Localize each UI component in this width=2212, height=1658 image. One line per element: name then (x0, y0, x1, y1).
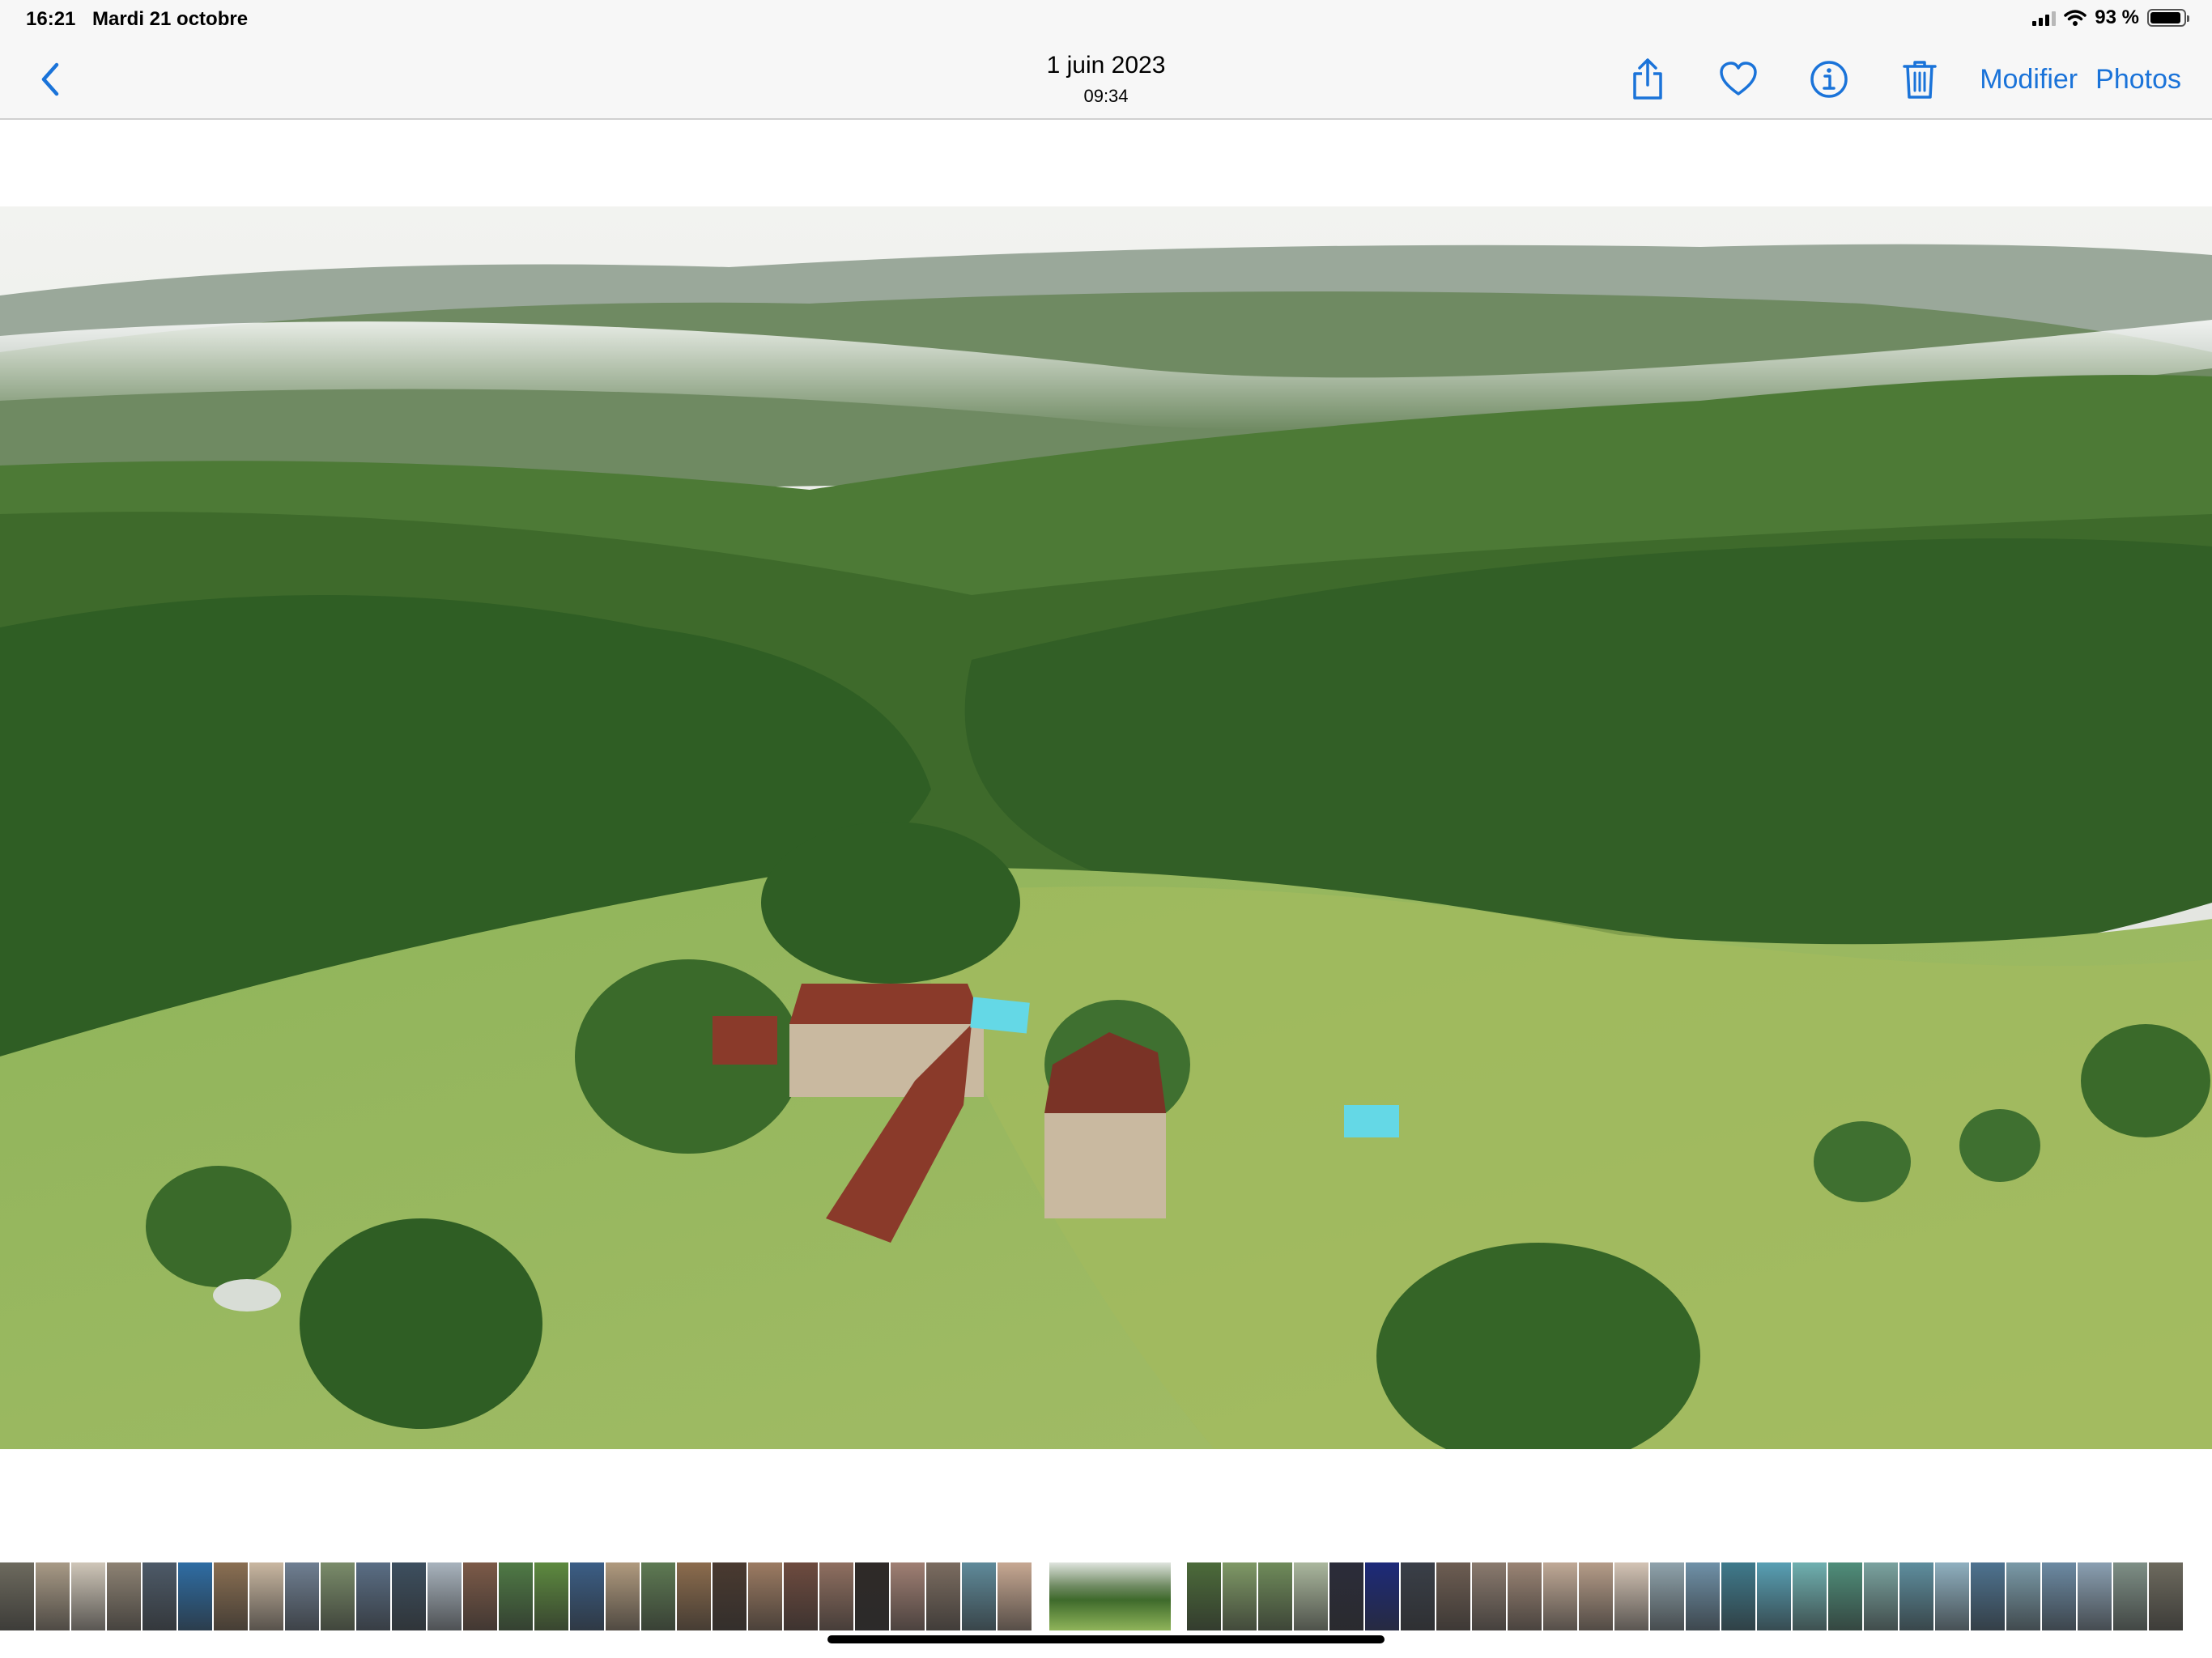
thumbnail[interactable] (1650, 1562, 1684, 1630)
thumbnail[interactable] (1258, 1562, 1292, 1630)
toolbar-actions: Modifier Photos (1623, 55, 2181, 104)
thumbnail[interactable] (321, 1562, 355, 1630)
battery-percentage: 93 % (2095, 6, 2139, 28)
thumbnail[interactable] (1686, 1562, 1720, 1630)
status-right: 93 % (2032, 6, 2189, 29)
battery-icon (2147, 9, 2189, 27)
thumbnail[interactable] (819, 1562, 853, 1630)
thumbnail[interactable] (713, 1562, 747, 1630)
thumbnail[interactable] (107, 1562, 141, 1630)
thumbnail[interactable] (1508, 1562, 1542, 1630)
thumbnail[interactable] (1757, 1562, 1791, 1630)
thumbnail[interactable] (891, 1562, 925, 1630)
thumbnail[interactable] (1187, 1562, 1221, 1630)
thumbnail[interactable] (748, 1562, 782, 1630)
thumbnail[interactable] (71, 1562, 105, 1630)
thumbnail[interactable] (855, 1562, 889, 1630)
thumbnail[interactable] (998, 1562, 1032, 1630)
thumbnail[interactable] (2149, 1562, 2183, 1630)
thumbnail[interactable] (1721, 1562, 1755, 1630)
edit-button[interactable]: Modifier (1980, 64, 2078, 96)
status-time: 16:21 (26, 8, 76, 30)
info-button[interactable] (1805, 55, 1853, 104)
thumbnail[interactable] (249, 1562, 283, 1630)
status-date: Mardi 21 octobre (92, 8, 249, 30)
landscape-photo (0, 206, 2212, 1449)
thumbnail[interactable] (784, 1562, 818, 1630)
photos-button[interactable]: Photos (2095, 64, 2181, 96)
cellular-signal-icon (2032, 10, 2057, 26)
thumbnail[interactable] (1436, 1562, 1470, 1630)
thumbnail[interactable] (570, 1562, 604, 1630)
thumbnail[interactable] (36, 1562, 70, 1630)
thumbnail[interactable] (1935, 1562, 1969, 1630)
navigation-bar: 1 juin 2023 09:34 Modifier Photos (0, 39, 2212, 120)
thumbnail[interactable] (1329, 1562, 1363, 1630)
thumbnail[interactable] (1899, 1562, 1933, 1630)
thumbnail[interactable] (392, 1562, 426, 1630)
thumbnail[interactable] (534, 1562, 568, 1630)
thumbnail[interactable] (1401, 1562, 1435, 1630)
thumbnail[interactable] (285, 1562, 319, 1630)
thumbnail[interactable] (0, 1562, 34, 1630)
info-icon (1810, 61, 1848, 98)
wifi-icon (2064, 10, 2087, 26)
thumbnail[interactable] (499, 1562, 533, 1630)
thumbnail[interactable] (1223, 1562, 1257, 1630)
share-button[interactable] (1623, 55, 1672, 104)
delete-button[interactable] (1895, 55, 1944, 104)
battery-fill (2150, 12, 2181, 23)
thumbnail[interactable] (2078, 1562, 2112, 1630)
favorite-button[interactable] (1714, 55, 1763, 104)
thumbnail[interactable] (143, 1562, 177, 1630)
trash-icon (1903, 61, 1937, 99)
home-indicator (827, 1635, 1385, 1643)
thumbnail[interactable] (926, 1562, 960, 1630)
thumbnail[interactable] (962, 1562, 996, 1630)
thumbnail[interactable] (1971, 1562, 2005, 1630)
thumbnail[interactable] (2006, 1562, 2040, 1630)
thumbnail[interactable] (677, 1562, 711, 1630)
thumbnail[interactable] (463, 1562, 497, 1630)
thumbnail[interactable] (1614, 1562, 1648, 1630)
thumbnail[interactable] (214, 1562, 248, 1630)
thumbnail[interactable] (641, 1562, 675, 1630)
photo-view[interactable] (0, 206, 2212, 1449)
thumbnail[interactable] (2042, 1562, 2076, 1630)
status-bar: 16:21 Mardi 21 octobre 93 % (0, 0, 2212, 39)
heart-icon (1720, 62, 1757, 96)
thumbnail[interactable] (1365, 1562, 1399, 1630)
thumbnail[interactable] (1472, 1562, 1506, 1630)
thumbnail[interactable] (2113, 1562, 2147, 1630)
thumbnail[interactable] (1828, 1562, 1862, 1630)
thumbnail-current[interactable] (1049, 1562, 1171, 1630)
share-icon (1633, 58, 1662, 100)
thumbnail[interactable] (1294, 1562, 1328, 1630)
thumbnail[interactable] (178, 1562, 212, 1630)
thumbnail[interactable] (356, 1562, 390, 1630)
thumbnail[interactable] (1864, 1562, 1898, 1630)
thumbnail[interactable] (1793, 1562, 1827, 1630)
thumbnail[interactable] (1579, 1562, 1613, 1630)
thumbnail-strip[interactable] (0, 1562, 2212, 1630)
thumbnail[interactable] (606, 1562, 640, 1630)
thumbnail[interactable] (428, 1562, 462, 1630)
thumbnail[interactable] (1543, 1562, 1577, 1630)
